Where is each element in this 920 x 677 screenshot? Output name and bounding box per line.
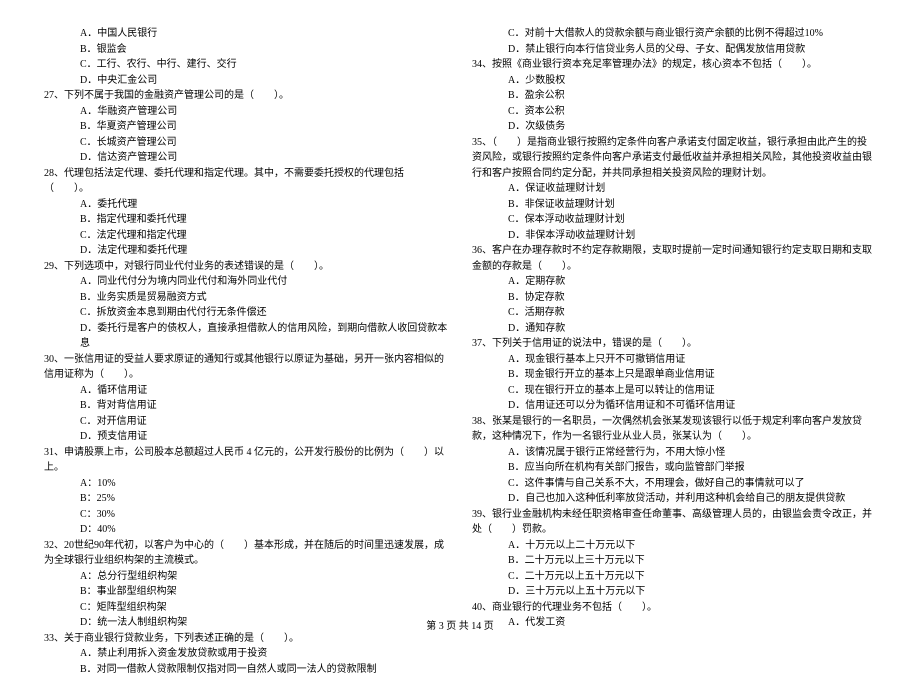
question: 27、下列不属于我国的金融资产管理公司的是（ ）。 bbox=[44, 88, 448, 104]
option: A．保证收益理财计划 bbox=[472, 181, 876, 197]
option: B．银监会 bbox=[44, 42, 448, 58]
option: A．华融资产管理公司 bbox=[44, 104, 448, 120]
option: B．业务实质是贸易融资方式 bbox=[44, 290, 448, 306]
option: B．应当向所在机构有关部门报告，或向监管部门举报 bbox=[472, 460, 876, 476]
option: C．对开信用证 bbox=[44, 414, 448, 430]
question: 35、（ ）是指商业银行按照约定条件向客户承诺支付固定收益，银行承担由此产生的投… bbox=[472, 135, 876, 182]
question: 28、代理包括法定代理、委托代理和指定代理。其中，不需要委托授权的代理包括（ ）… bbox=[44, 166, 448, 197]
option: C．资本公积 bbox=[472, 104, 876, 120]
question: 29、下列选项中，对银行同业代付业务的表述错误的是（ ）。 bbox=[44, 259, 448, 275]
option: A．同业代付分为境内同业代付和海外同业代付 bbox=[44, 274, 448, 290]
option: C．现在银行开立的基本上是可以转让的信用证 bbox=[472, 383, 876, 399]
option: C：30% bbox=[44, 507, 448, 523]
question: 30、一张信用证的受益人要求原证的通知行或其他银行以原证为基础，另开一张内容相似… bbox=[44, 352, 448, 383]
option: B．非保证收益理财计划 bbox=[472, 197, 876, 213]
option: B．华夏资产管理公司 bbox=[44, 119, 448, 135]
option: B．二十万元以上三十万元以下 bbox=[472, 553, 876, 569]
question: 31、申请股票上市，公司股本总额超过人民币 4 亿元的，公开发行股份的比例为（ … bbox=[44, 445, 448, 476]
option: D．信达资产管理公司 bbox=[44, 150, 448, 166]
question: 32、20世纪90年代初，以客户为中心的（ ）基本形成，并在随后的时间里迅速发展… bbox=[44, 538, 448, 569]
page-footer: 第 3 页 共 14 页 bbox=[0, 617, 920, 632]
option: C．拆放资金本息到期由代付行无条件偿还 bbox=[44, 305, 448, 321]
option: D．通知存款 bbox=[472, 321, 876, 337]
option: A．现金银行基本上只开不可撤销信用证 bbox=[472, 352, 876, 368]
option: B：25% bbox=[44, 491, 448, 507]
question: 33、关于商业银行贷款业务，下列表述正确的是（ ）。 bbox=[44, 631, 448, 647]
option: D．非保本浮动收益理财计划 bbox=[472, 228, 876, 244]
option: D：40% bbox=[44, 522, 448, 538]
option: D．预支信用证 bbox=[44, 429, 448, 445]
option: D．自己也加入这种低利率放贷活动，并利用这种机会给自己的朋友提供贷款 bbox=[472, 491, 876, 507]
option: D．禁止银行向本行信贷业务人员的父母、子女、配偶发放信用贷款 bbox=[472, 42, 876, 58]
option: C．活期存款 bbox=[472, 305, 876, 321]
option: C．保本浮动收益理财计划 bbox=[472, 212, 876, 228]
option: D．次级债务 bbox=[472, 119, 876, 135]
option: D．中央汇金公司 bbox=[44, 73, 448, 89]
option: C：矩阵型组织构架 bbox=[44, 600, 448, 616]
option: D．法定代理和委托代理 bbox=[44, 243, 448, 259]
option: B．背对背信用证 bbox=[44, 398, 448, 414]
question: 38、张某是银行的一名职员，一次偶然机会张某发现该银行以低于规定利率向客户发放贷… bbox=[472, 414, 876, 445]
page-container: A．中国人民银行 B．银监会 C．工行、农行、中行、建行、交行 D．中央汇金公司… bbox=[0, 0, 920, 677]
left-column: A．中国人民银行 B．银监会 C．工行、农行、中行、建行、交行 D．中央汇金公司… bbox=[44, 26, 448, 677]
option: A．委托代理 bbox=[44, 197, 448, 213]
option: A．少数股权 bbox=[472, 73, 876, 89]
option: B．协定存款 bbox=[472, 290, 876, 306]
option: C．二十万元以上五十万元以下 bbox=[472, 569, 876, 585]
option: B．现金银行开立的基本上只是跟单商业信用证 bbox=[472, 367, 876, 383]
option: B．对同一借款人贷款限制仅指对同一自然人或同一法人的贷款限制 bbox=[44, 662, 448, 677]
question: 37、下列关于信用证的说法中，错误的是（ ）。 bbox=[472, 336, 876, 352]
option: A．中国人民银行 bbox=[44, 26, 448, 42]
option: D．委托行是客户的债权人，直接承担借款人的信用风险，到期向借款人收回贷款本息 bbox=[44, 321, 448, 352]
option: A．十万元以上二十万元以下 bbox=[472, 538, 876, 554]
option: A：总分行型组织构架 bbox=[44, 569, 448, 585]
option: A．禁止利用拆入资金发放贷款或用于投资 bbox=[44, 646, 448, 662]
question: 40、商业银行的代理业务不包括（ ）。 bbox=[472, 600, 876, 616]
question: 39、银行业金融机构未经任职资格审查任命董事、高级管理人员的，由银监会责令改正，… bbox=[472, 507, 876, 538]
option: B：事业部型组织构架 bbox=[44, 584, 448, 600]
option: B．盈余公积 bbox=[472, 88, 876, 104]
question: 36、客户在办理存款时不约定存款期限，支取时提前一定时间通知银行约定支取日期和支… bbox=[472, 243, 876, 274]
option: D．信用证还可以分为循环信用证和不可循环信用证 bbox=[472, 398, 876, 414]
option: B．指定代理和委托代理 bbox=[44, 212, 448, 228]
option: C．工行、农行、中行、建行、交行 bbox=[44, 57, 448, 73]
option: A：10% bbox=[44, 476, 448, 492]
question: 34、按照《商业银行资本充足率管理办法》的规定，核心资本不包括（ ）。 bbox=[472, 57, 876, 73]
option: D．三十万元以上五十万元以下 bbox=[472, 584, 876, 600]
option: A．循环信用证 bbox=[44, 383, 448, 399]
option: A．该情况属于银行正常经营行为，不用大惊小怪 bbox=[472, 445, 876, 461]
option: C．长城资产管理公司 bbox=[44, 135, 448, 151]
option: C．法定代理和指定代理 bbox=[44, 228, 448, 244]
option: A．定期存款 bbox=[472, 274, 876, 290]
option: C．这件事情与自己关系不大，不用理会，做好自己的事情就可以了 bbox=[472, 476, 876, 492]
option: C．对前十大借款人的贷款余额与商业银行资产余额的比例不得超过10% bbox=[472, 26, 876, 42]
right-column: C．对前十大借款人的贷款余额与商业银行资产余额的比例不得超过10% D．禁止银行… bbox=[472, 26, 876, 677]
